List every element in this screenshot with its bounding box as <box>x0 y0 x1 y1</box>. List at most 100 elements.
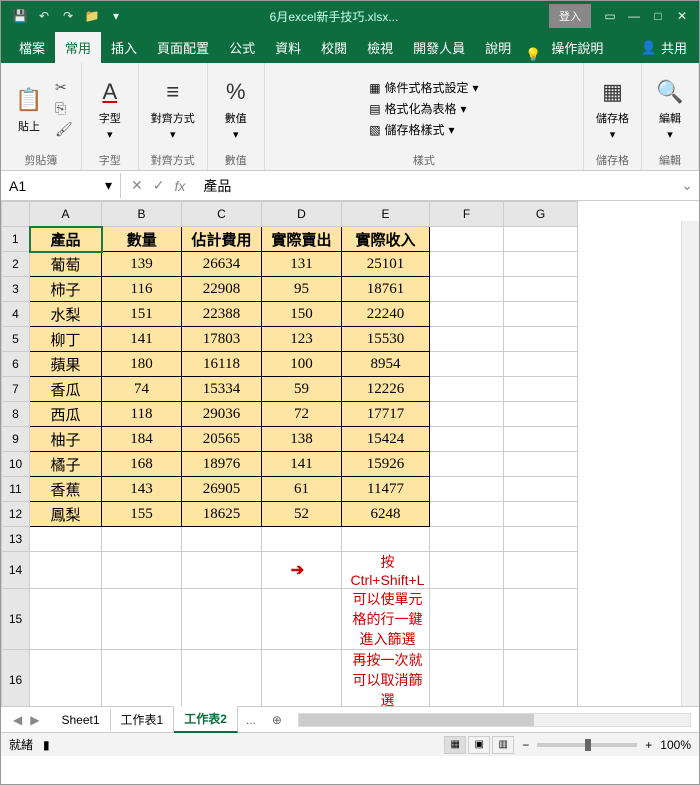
cell[interactable]: 131 <box>262 252 342 277</box>
cell[interactable]: 95 <box>262 277 342 302</box>
cells-button[interactable]: ▦ 儲存格▾ <box>592 74 633 143</box>
enter-fx-icon[interactable]: ✓ <box>153 177 165 194</box>
cell[interactable] <box>102 650 182 707</box>
cell[interactable] <box>430 650 504 707</box>
cell[interactable]: 184 <box>102 427 182 452</box>
cell[interactable]: 123 <box>262 327 342 352</box>
cell[interactable]: 6248 <box>342 502 430 527</box>
cell[interactable]: 141 <box>262 452 342 477</box>
sheet-more[interactable]: ... <box>238 709 264 731</box>
col-header[interactable]: E <box>342 202 430 227</box>
zoom-level[interactable]: 100% <box>660 738 691 752</box>
format-as-table-button[interactable]: ▤格式化為表格 ▾ <box>369 100 466 117</box>
row-header[interactable]: 3 <box>2 277 30 302</box>
cell[interactable]: 鳳梨 <box>30 502 102 527</box>
cell[interactable]: 139 <box>102 252 182 277</box>
col-header[interactable]: A <box>30 202 102 227</box>
row-header[interactable]: 10 <box>2 452 30 477</box>
cell[interactable] <box>504 552 578 589</box>
col-header[interactable]: B <box>102 202 182 227</box>
sheet-add-button[interactable]: ⊕ <box>264 709 290 731</box>
cell[interactable] <box>430 589 504 650</box>
expand-fx-icon[interactable]: ⌄ <box>681 177 699 194</box>
name-box[interactable]: A1▾ <box>1 173 121 198</box>
row-header[interactable]: 15 <box>2 589 30 650</box>
col-header[interactable]: G <box>504 202 578 227</box>
cell[interactable]: 22388 <box>182 302 262 327</box>
cell[interactable] <box>504 402 578 427</box>
cell[interactable]: 26905 <box>182 477 262 502</box>
sheet-tab-2[interactable]: 工作表1 <box>111 707 175 732</box>
cell[interactable]: 18761 <box>342 277 430 302</box>
editing-button[interactable]: 🔍 編輯▾ <box>650 74 690 143</box>
cell[interactable] <box>430 302 504 327</box>
tell-me[interactable]: 操作說明 <box>541 32 613 63</box>
cell[interactable]: 25101 <box>342 252 430 277</box>
cell[interactable]: 按Ctrl+Shift+L <box>342 552 430 589</box>
col-header[interactable]: F <box>430 202 504 227</box>
cell[interactable]: 74 <box>102 377 182 402</box>
redo-icon[interactable]: ↷ <box>57 5 79 27</box>
font-button[interactable]: A 字型▾ <box>90 74 130 143</box>
cell[interactable] <box>430 427 504 452</box>
zoom-in-icon[interactable]: + <box>645 738 652 752</box>
paste-button[interactable]: 📋 貼上 <box>9 82 49 136</box>
cell[interactable]: 15334 <box>182 377 262 402</box>
cell[interactable]: 168 <box>102 452 182 477</box>
cell[interactable] <box>504 352 578 377</box>
cell[interactable]: 15530 <box>342 327 430 352</box>
cell[interactable]: 蘋果 <box>30 352 102 377</box>
cell[interactable]: 11477 <box>342 477 430 502</box>
row-header[interactable]: 1 <box>2 227 30 252</box>
cell[interactable] <box>30 589 102 650</box>
row-header[interactable]: 16 <box>2 650 30 707</box>
row-header[interactable]: 14 <box>2 552 30 589</box>
cell[interactable] <box>430 252 504 277</box>
close-icon[interactable]: ✕ <box>671 5 693 27</box>
cell[interactable]: 16118 <box>182 352 262 377</box>
tab-file[interactable]: 檔案 <box>9 32 55 63</box>
cell[interactable]: 香蕉 <box>30 477 102 502</box>
cell[interactable] <box>504 252 578 277</box>
conditional-format-button[interactable]: ▦條件式格式設定 ▾ <box>369 79 478 96</box>
cell[interactable]: 155 <box>102 502 182 527</box>
cell[interactable] <box>430 552 504 589</box>
save-icon[interactable]: 💾 <box>9 5 31 27</box>
cell[interactable]: 柳丁 <box>30 327 102 352</box>
align-button[interactable]: ≡ 對齊方式▾ <box>147 74 199 143</box>
cell[interactable] <box>504 502 578 527</box>
cell[interactable]: 118 <box>102 402 182 427</box>
undo-icon[interactable]: ↶ <box>33 5 55 27</box>
cell[interactable]: 151 <box>102 302 182 327</box>
cell[interactable] <box>430 527 504 552</box>
tab-help[interactable]: 說明 <box>475 32 521 63</box>
row-header[interactable]: 8 <box>2 402 30 427</box>
cell[interactable]: 26634 <box>182 252 262 277</box>
cell[interactable] <box>430 352 504 377</box>
folder-icon[interactable]: 📁 <box>81 5 103 27</box>
cell[interactable]: 29036 <box>182 402 262 427</box>
cell[interactable] <box>102 527 182 552</box>
row-header[interactable]: 4 <box>2 302 30 327</box>
cell[interactable]: 59 <box>262 377 342 402</box>
cell[interactable]: 143 <box>102 477 182 502</box>
row-header[interactable]: 9 <box>2 427 30 452</box>
cell-styles-button[interactable]: ▧儲存格樣式 ▾ <box>369 121 454 138</box>
cell[interactable] <box>182 650 262 707</box>
cell[interactable]: 18976 <box>182 452 262 477</box>
cell[interactable] <box>262 527 342 552</box>
cell[interactable]: 葡萄 <box>30 252 102 277</box>
row-header[interactable]: 2 <box>2 252 30 277</box>
sheet-next-icon[interactable]: ▶ <box>30 713 39 727</box>
cell[interactable]: ➔ <box>262 552 342 589</box>
chevron-down-icon[interactable]: ▾ <box>105 177 112 194</box>
cell[interactable]: 可以使單元格的行一鍵進入篩選 <box>342 589 430 650</box>
cell[interactable]: 22240 <box>342 302 430 327</box>
cell[interactable] <box>430 402 504 427</box>
tab-dev[interactable]: 開發人員 <box>403 32 475 63</box>
cell[interactable]: 20565 <box>182 427 262 452</box>
tab-review[interactable]: 校閱 <box>311 32 357 63</box>
cell[interactable] <box>504 377 578 402</box>
cell[interactable] <box>342 527 430 552</box>
cell[interactable]: 72 <box>262 402 342 427</box>
